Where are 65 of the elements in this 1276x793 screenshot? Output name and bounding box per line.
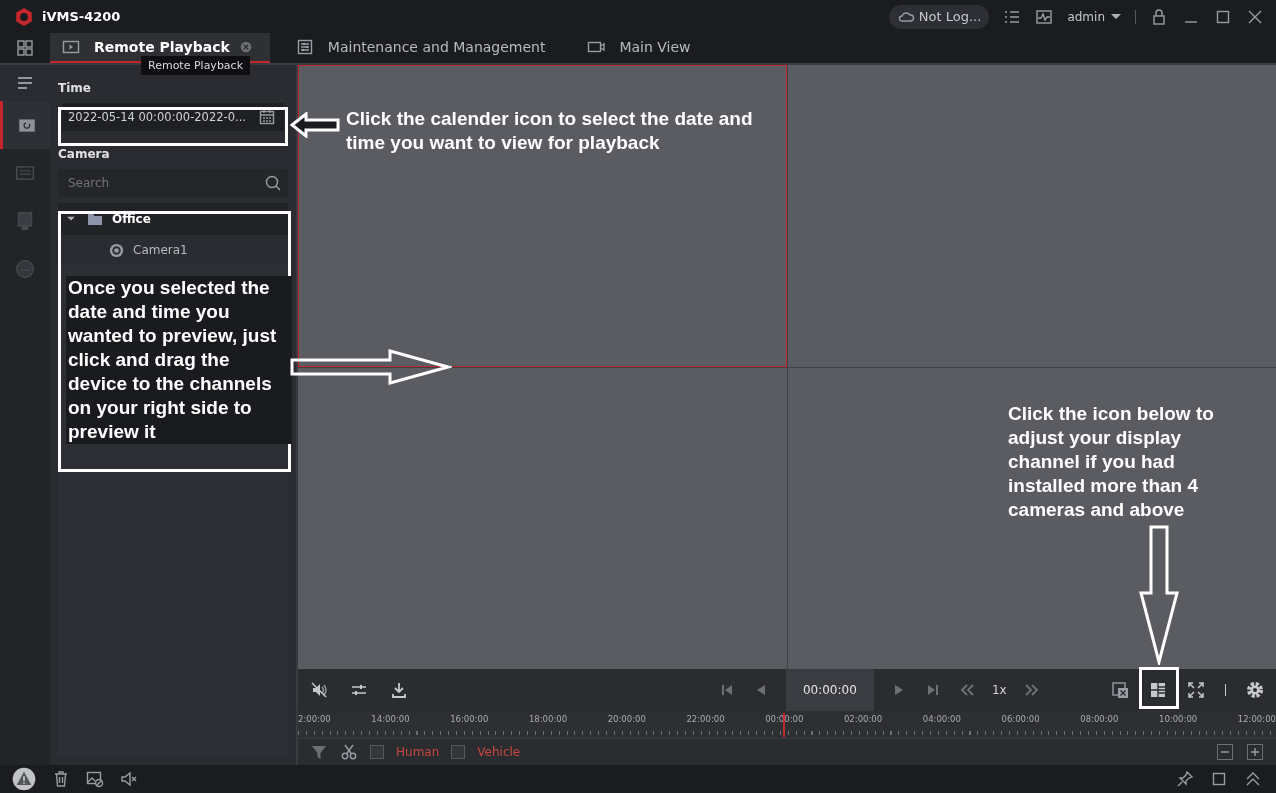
time-tick-label: 08:00:00: [1080, 714, 1119, 724]
annotation-text: Click the icon below to adjust your display channel if you had installed more than 4 cameras and above: [1008, 402, 1215, 522]
video-window[interactable]: [787, 367, 1276, 669]
user-menu[interactable]: admin: [1067, 9, 1121, 24]
zoom-in-icon[interactable]: [1246, 743, 1264, 761]
sliders-icon: [295, 38, 314, 56]
fullscreen-icon[interactable]: [1186, 681, 1205, 699]
filter-label: Human: [396, 745, 440, 759]
calendar-icon[interactable]: [258, 108, 276, 126]
time-tick-label: 04:00:00: [922, 714, 961, 724]
rail-item[interactable]: [0, 101, 50, 149]
time-tick-label: 2:00:00: [298, 714, 331, 724]
trash-icon[interactable]: [52, 770, 70, 788]
tooltip: Remote Playback: [141, 56, 251, 75]
tab[interactable]: Maintenance and Management: [283, 33, 562, 63]
time-tick-label: 10:00:00: [1159, 714, 1198, 724]
playback-time: 00:00:00: [785, 669, 874, 711]
time-tick-label: 06:00:00: [1001, 714, 1040, 724]
time-tick-label: 16:00:00: [450, 714, 489, 724]
time-tick-label: 20:00:00: [607, 714, 646, 724]
search-icon[interactable]: [258, 169, 288, 197]
image-off-icon[interactable]: [86, 770, 104, 788]
highlight-frame: [1139, 667, 1179, 709]
tree-item[interactable]: Camera1: [58, 235, 288, 265]
search-field[interactable]: Search: [58, 169, 258, 197]
annotation-text: Once you selected the date and time you wanted to preview, just click and drag the device to the channels on your right side to preview it: [66, 276, 292, 444]
settings-icon[interactable]: [1246, 681, 1264, 699]
scissors-icon[interactable]: [340, 743, 358, 761]
camera-icon: [108, 241, 125, 259]
arrow-drawing: [290, 112, 340, 138]
close-all-windows-icon[interactable]: [1110, 681, 1129, 699]
section-label: Camera: [58, 147, 111, 161]
speaker-muted-icon[interactable]: [120, 770, 138, 788]
speed-label: 1x: [991, 683, 1007, 697]
time-tick-label: 02:00:00: [843, 714, 883, 724]
speaker-muted-icon[interactable]: [310, 681, 328, 699]
app-logo-icon: [14, 6, 34, 27]
checkbox[interactable]: [451, 745, 466, 759]
monitor-icon: [15, 211, 35, 231]
video-window[interactable]: [298, 65, 787, 367]
lock-icon[interactable]: [1150, 7, 1168, 26]
menu-icon[interactable]: [0, 65, 50, 101]
time-tick-label: 18:00:00: [528, 714, 568, 724]
filter-icon[interactable]: [310, 743, 328, 761]
app-title: iVMS-4200: [42, 9, 121, 24]
cloud-status-button[interactable]: Not Log...: [888, 4, 990, 29]
section-label: Time: [58, 81, 92, 95]
alert-icon[interactable]: [12, 767, 36, 791]
list-icon: [15, 163, 35, 183]
time-tick-label: 22:00:00: [686, 714, 725, 724]
pin-icon[interactable]: [1176, 770, 1194, 788]
monitor-icon[interactable]: [1035, 7, 1054, 26]
zoom-out-icon[interactable]: [1216, 743, 1234, 761]
filter-label: Vehicle: [477, 745, 521, 759]
annotation-text: Click the calender icon to select the date and time you want to view for playback: [346, 107, 754, 155]
download-icon[interactable]: [390, 681, 408, 699]
caret-icon: [1111, 14, 1121, 19]
collapse-icon[interactable]: [1244, 770, 1262, 788]
window-icon[interactable]: [1210, 770, 1228, 788]
time-tick-label: 14:00:00: [371, 714, 410, 724]
layout-icon[interactable]: [1148, 681, 1167, 699]
tab[interactable]: Main View: [575, 33, 707, 63]
playback-icon: [62, 38, 80, 56]
checkbox[interactable]: [370, 745, 384, 759]
time-tick-label: 12:00:00: [1237, 714, 1276, 724]
